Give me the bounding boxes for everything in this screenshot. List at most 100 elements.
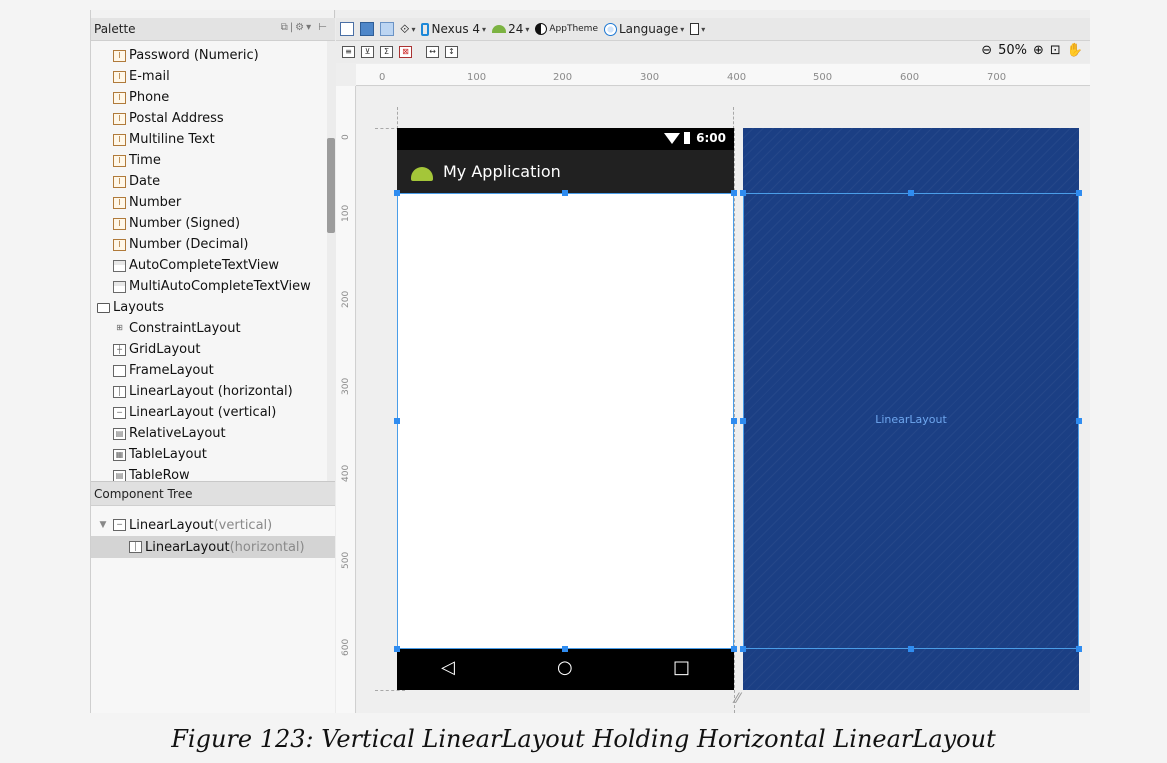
- palette-item-time[interactable]: I Time: [113, 150, 161, 171]
- resize-handle[interactable]: [394, 646, 400, 652]
- theme-selector[interactable]: AppTheme: [535, 20, 598, 38]
- text-field-icon: I: [113, 70, 126, 83]
- palette-scrollbar-thumb[interactable]: [327, 138, 335, 233]
- device-preview[interactable]: 6:00 My Application ◁ ○ □: [394, 128, 737, 690]
- zoom-in-icon[interactable]: ⊕: [1033, 43, 1044, 58]
- status-bar: 6:00: [397, 128, 734, 150]
- palette-item-phone[interactable]: I Phone: [113, 87, 169, 108]
- palette-item-postal-address[interactable]: I Postal Address: [113, 108, 224, 129]
- blueprint-label: LinearLayout: [875, 413, 947, 426]
- resize-handle[interactable]: [562, 190, 568, 196]
- tree-node-linearlayout-vertical[interactable]: ▼ ─ LinearLayout (vertical): [91, 514, 335, 536]
- orientation-icon: ⟐: [400, 21, 410, 36]
- auto-connect-icon[interactable]: ⊻: [361, 46, 374, 58]
- ruler-label: 0: [379, 72, 386, 83]
- ruler-label: 200: [341, 290, 351, 308]
- palette-item-tablerow[interactable]: ▤ TableRow: [113, 465, 190, 481]
- resize-handle[interactable]: [1076, 418, 1082, 424]
- palette-item-linearlayout-horizontal[interactable]: │ LinearLayout (horizontal): [113, 381, 293, 402]
- text-field-icon: I: [113, 91, 126, 104]
- resize-handle[interactable]: [562, 646, 568, 652]
- constraint-layout-icon: ⊞: [116, 322, 123, 332]
- both-mode-button[interactable]: [380, 20, 394, 38]
- clear-constraints-icon[interactable]: ⊠: [399, 46, 412, 58]
- palette-item-number[interactable]: I Number: [113, 192, 181, 213]
- expand-arrow-icon[interactable]: ▼: [97, 520, 109, 530]
- palette-settings-icon[interactable]: ⧉|⚙▾ ⊢: [281, 22, 329, 33]
- linearlayout-vertical-selected[interactable]: [397, 193, 734, 649]
- resize-handle[interactable]: [1076, 646, 1082, 652]
- linear-vertical-icon: ─: [113, 519, 126, 531]
- device-selector[interactable]: Nexus 4 ▾: [421, 20, 486, 38]
- figure-caption: Figure 123: Vertical LinearLayout Holdin…: [171, 725, 996, 753]
- palette-item-relativelayout[interactable]: ▤ RelativeLayout: [113, 423, 226, 444]
- palette-item-multiline-text[interactable]: I Multiline Text: [113, 129, 215, 150]
- layout-variants-button[interactable]: ▾: [690, 20, 705, 38]
- show-outline-icon[interactable]: ≡: [342, 46, 355, 58]
- resize-handle[interactable]: [740, 646, 746, 652]
- wifi-icon: [664, 132, 681, 144]
- left-panel: Palette ⧉|⚙▾ ⊢ I Password (Numeric) I E-ma…: [91, 10, 335, 713]
- blueprint-view[interactable]: LinearLayout: [740, 128, 1082, 690]
- orientation-button[interactable]: ⟐ ▾: [400, 20, 415, 38]
- ruler-label: 700: [987, 72, 1007, 83]
- app-title: My Application: [443, 162, 561, 181]
- zoom-controls: ⊖ 50% ⊕ ⊡ ✋: [981, 43, 1083, 58]
- palette-item-email[interactable]: I E-mail: [113, 66, 170, 87]
- text-field-icon: I: [113, 196, 126, 209]
- text-field-icon: I: [113, 49, 126, 62]
- linear-horizontal-icon: │: [129, 541, 142, 553]
- palette-item-password-numeric[interactable]: I Password (Numeric): [113, 45, 259, 66]
- resize-handle[interactable]: [731, 646, 737, 652]
- resize-handle[interactable]: [740, 190, 746, 196]
- component-tree: ▼ ─ LinearLayout (vertical) │ LinearLayou…: [91, 506, 335, 713]
- recents-icon: □: [673, 657, 691, 678]
- resize-handle[interactable]: [731, 418, 737, 424]
- design-canvas[interactable]: 6:00 My Application ◁ ○ □ LinearLayout ⁄…: [357, 87, 1090, 713]
- android-logo-icon: [411, 166, 433, 181]
- resize-handle[interactable]: [1076, 190, 1082, 196]
- palette-item-tablelayout[interactable]: ▦ TableLayout: [113, 444, 207, 465]
- resize-handle[interactable]: [731, 190, 737, 196]
- palette-item-date[interactable]: I Date: [113, 171, 160, 192]
- zoom-level: 50%: [998, 43, 1027, 58]
- expand-vertical-icon[interactable]: ↕: [445, 46, 458, 58]
- palette-item-framelayout[interactable]: FrameLayout: [113, 360, 214, 381]
- design-mode-button[interactable]: [340, 20, 354, 38]
- resize-handle[interactable]: [394, 418, 400, 424]
- sigma-icon[interactable]: Σ: [380, 46, 393, 58]
- resize-handle[interactable]: [394, 190, 400, 196]
- palette-item-autocomplete[interactable]: AutoCompleteTextView: [113, 255, 279, 276]
- palette-item-linearlayout-vertical[interactable]: ─ LinearLayout (vertical): [113, 402, 276, 423]
- globe-icon: [604, 22, 617, 36]
- language-selector[interactable]: Language ▾: [604, 20, 684, 38]
- palette-item-number-decimal[interactable]: I Number (Decimal): [113, 234, 249, 255]
- palette-title: Palette: [94, 22, 136, 36]
- ruler-label: 200: [553, 72, 573, 83]
- api-level-selector[interactable]: 24 ▾: [492, 20, 529, 38]
- blueprint-mode-button[interactable]: [360, 20, 374, 38]
- palette-item-number-signed[interactable]: I Number (Signed): [113, 213, 240, 234]
- palette-group-layouts[interactable]: Layouts: [97, 297, 164, 318]
- palette-item-multiautocomplete[interactable]: MultiAutoCompleteTextView: [113, 276, 311, 297]
- linear-horizontal-icon: │: [113, 385, 126, 398]
- palette-item-constraintlayout[interactable]: ⊞ ConstraintLayout: [113, 318, 240, 339]
- component-tree-header: Component Tree: [91, 481, 335, 506]
- tree-node-linearlayout-horizontal[interactable]: │ LinearLayout (horizontal): [91, 536, 335, 558]
- ruler-label: 500: [341, 551, 351, 569]
- layout-variant-icon: [690, 23, 700, 35]
- resize-handle[interactable]: [908, 646, 914, 652]
- palette-item-gridlayout[interactable]: ┼ GridLayout: [113, 339, 200, 360]
- table-layout-icon: ▦: [113, 448, 126, 461]
- fit-screen-icon[interactable]: ⊡: [1050, 43, 1061, 58]
- resize-handle[interactable]: [908, 190, 914, 196]
- canvas-resize-grip-icon[interactable]: ⁄⁄: [735, 691, 740, 707]
- palette-scrollbar-track[interactable]: [327, 41, 335, 481]
- pan-hand-icon[interactable]: ✋: [1067, 43, 1083, 58]
- resize-handle[interactable]: [740, 418, 746, 424]
- navigation-bar: ◁ ○ □: [397, 649, 734, 690]
- text-field-icon: I: [113, 238, 126, 251]
- ruler-label: 400: [341, 464, 351, 482]
- zoom-out-icon[interactable]: ⊖: [981, 43, 992, 58]
- expand-horizontal-icon[interactable]: ↔: [426, 46, 439, 58]
